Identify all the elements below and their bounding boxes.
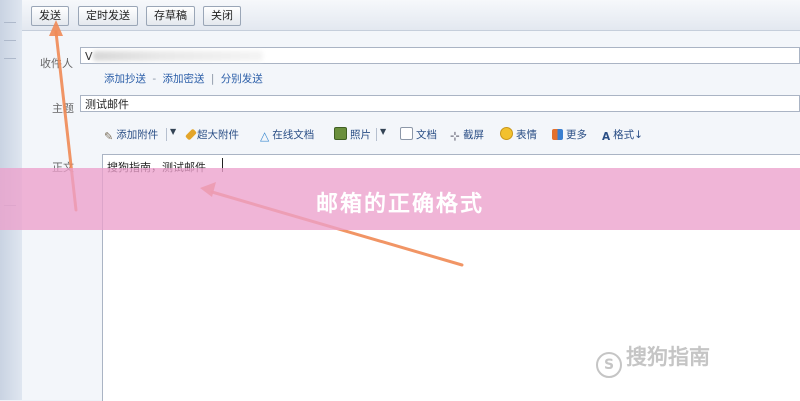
divider (166, 128, 167, 141)
add-attachment-button[interactable]: ✎ 添加附件 (104, 127, 159, 143)
photo-icon (334, 127, 347, 140)
to-field-value: V (85, 50, 93, 63)
screenshot-label: 截屏 (463, 129, 485, 141)
format-button[interactable]: A 格式↓ (602, 127, 643, 143)
emoji-button[interactable]: 表情 (500, 127, 537, 142)
scheduled-send-button[interactable]: 定时发送 (78, 6, 138, 26)
watermark-text: 搜狗指南 (626, 345, 710, 369)
subject-label: 主题 (52, 102, 74, 115)
screenshot-icon: ⊹ (450, 129, 461, 143)
online-doc-button[interactable]: △ 在线文档 (260, 127, 315, 143)
large-attachment-icon (184, 128, 198, 141)
doc-button[interactable]: 文档 (400, 127, 437, 142)
to-label: 收件人 (40, 57, 73, 70)
chevron-down-icon[interactable]: ▼ (170, 127, 176, 136)
sogou-logo-icon: S (596, 352, 622, 378)
large-attachment-label: 超大附件 (197, 129, 239, 141)
font-format-icon: A (602, 131, 611, 143)
title-banner: 邮箱的正确格式 (0, 168, 800, 230)
paperclip-icon: ✎ (104, 130, 114, 143)
emoji-label: 表情 (516, 129, 537, 141)
format-label: 格式↓ (613, 129, 643, 141)
large-attachment-button[interactable]: 超大附件 (184, 127, 239, 142)
save-draft-button[interactable]: 存草稿 (146, 6, 195, 26)
banner-title: 邮箱的正确格式 (315, 192, 484, 217)
chevron-down-icon[interactable]: ▼ (380, 127, 386, 136)
sidebar-tick (4, 40, 16, 41)
sidebar-tick (4, 22, 16, 23)
redacted-recipient (93, 51, 263, 61)
divider (376, 128, 377, 141)
online-doc-icon: △ (260, 129, 270, 143)
compose-toolbar: 发送 定时发送 存草稿 关闭 (22, 0, 800, 31)
send-button[interactable]: 发送 (31, 6, 69, 26)
add-bcc-link[interactable]: 添加密送 (162, 73, 204, 85)
to-field[interactable]: V (80, 47, 800, 64)
online-doc-label: 在线文档 (272, 129, 315, 141)
screenshot-button[interactable]: ⊹ 截屏 (450, 127, 485, 143)
more-label: 更多 (566, 129, 587, 141)
doc-label: 文档 (416, 129, 437, 141)
doc-icon (400, 127, 413, 140)
emoji-icon (500, 127, 513, 140)
separate-send-link[interactable]: 分别发送 (221, 73, 263, 85)
sidebar-tick (4, 58, 16, 59)
recipient-options: 添加抄送 - 添加密送 | 分别发送 (104, 71, 263, 86)
add-attachment-label: 添加附件 (116, 129, 159, 141)
link-separator: | (210, 73, 215, 85)
watermark: S 搜狗指南 (596, 342, 710, 378)
subject-field[interactable]: 测试邮件 (80, 95, 800, 112)
more-button[interactable]: 更多 (552, 127, 587, 142)
more-icon (552, 129, 563, 140)
photo-label: 照片 (350, 129, 371, 141)
photo-button[interactable]: 照片 (334, 127, 371, 142)
add-cc-link[interactable]: 添加抄送 (104, 73, 146, 85)
close-button[interactable]: 关闭 (203, 6, 241, 26)
link-separator: - (152, 73, 157, 85)
